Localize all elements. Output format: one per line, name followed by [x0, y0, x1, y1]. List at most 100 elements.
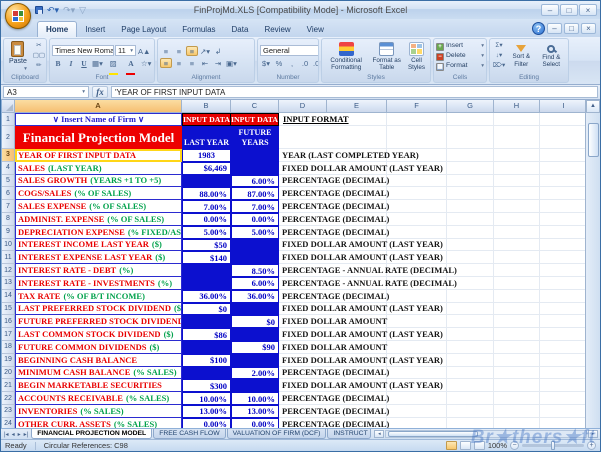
cell-empty[interactable] — [494, 367, 540, 380]
sheet-tab-financial-projection-model[interactable]: FINANCIAL PROJECTION MODEL — [31, 429, 152, 439]
cell-empty[interactable] — [447, 149, 494, 162]
cell-last-year-value[interactable]: 10.00% — [182, 392, 231, 405]
format-as-table-button[interactable]: Format as Table — [370, 40, 403, 73]
tab-review[interactable]: Review — [256, 22, 298, 37]
cell-last-year-value[interactable]: $100 — [182, 354, 231, 367]
cell-last-year-value[interactable] — [182, 175, 231, 188]
column-header-g[interactable]: G — [447, 100, 494, 113]
cell-empty[interactable] — [494, 113, 540, 126]
column-header-d[interactable]: D — [279, 100, 327, 113]
maximize-button[interactable]: □ — [560, 4, 578, 16]
copy-icon[interactable]: ▢▢ — [32, 52, 46, 61]
cell-input-format[interactable]: PERCENTAGE (DECIMAL) — [279, 187, 327, 200]
row-header-18[interactable]: 18 — [2, 341, 15, 354]
orientation-icon[interactable]: ↗▾ — [199, 46, 211, 56]
column-header-e[interactable]: E — [327, 100, 387, 113]
page-break-view-icon[interactable] — [474, 441, 485, 450]
cell-empty[interactable] — [387, 126, 447, 149]
cell-input-format[interactable]: PERCENTAGE (DECIMAL) — [279, 405, 327, 418]
align-top-icon[interactable]: ≡ — [160, 46, 172, 56]
cell-future-years-value[interactable]: 13.00% — [231, 405, 279, 418]
undo-icon[interactable]: ↶▾ — [47, 5, 59, 16]
row-header-23[interactable]: 23 — [2, 405, 15, 418]
cell-empty[interactable] — [494, 303, 540, 316]
format-cells-button[interactable]: ▦Format▾ — [436, 63, 484, 71]
select-all-corner[interactable] — [2, 100, 15, 113]
cell-future-years-value[interactable]: 0.00% — [231, 213, 279, 226]
cell-empty[interactable] — [540, 162, 588, 175]
cell-empty[interactable] — [494, 354, 540, 367]
tab-view[interactable]: View — [299, 22, 332, 37]
cell-label-selected[interactable]: YEAR OF FIRST INPUT DATA — [15, 149, 182, 162]
cell-input-format[interactable]: FIXED DOLLAR AMOUNT (LAST YEAR) — [279, 162, 327, 175]
cell-empty[interactable] — [540, 379, 588, 392]
underline-button[interactable]: U — [78, 58, 90, 68]
cell-future-years-value[interactable]: $90 — [231, 341, 279, 354]
row-header-20[interactable]: 20 — [2, 367, 15, 380]
row-header-4[interactable]: 4 — [2, 162, 15, 175]
tab-page-layout[interactable]: Page Layout — [113, 22, 174, 37]
cell-future-years-value[interactable]: 2.00% — [231, 367, 279, 380]
page-layout-view-icon[interactable] — [460, 441, 471, 450]
increase-decimal-icon[interactable]: .0 — [299, 58, 311, 68]
cell-empty[interactable] — [447, 405, 494, 418]
cell-empty[interactable] — [447, 200, 494, 213]
row-header-22[interactable]: 22 — [2, 392, 15, 405]
cell-empty[interactable] — [540, 213, 588, 226]
merge-center-icon[interactable]: ▣▾ — [225, 58, 238, 68]
cell-empty[interactable] — [387, 418, 447, 428]
accounting-format-icon[interactable]: $▾ — [260, 58, 272, 68]
cell-future-years-value[interactable]: 87.00% — [231, 187, 279, 200]
row-header-9[interactable]: 9 — [2, 226, 15, 239]
cell-empty[interactable] — [387, 226, 447, 239]
row-header-2[interactable]: 2 — [2, 126, 15, 149]
cell-label[interactable]: OTHER CURR. ASSETS(% SALES) — [15, 418, 182, 428]
cell-empty[interactable] — [494, 392, 540, 405]
decrease-indent-icon[interactable]: ⇤ — [199, 58, 211, 68]
next-sheet-icon[interactable]: ▸ — [18, 431, 21, 438]
cell-empty[interactable] — [447, 113, 494, 126]
cell-empty[interactable] — [447, 239, 494, 252]
customize-qat-icon[interactable]: ▽ — [79, 5, 86, 16]
zoom-slider[interactable] — [522, 444, 584, 447]
cell-empty[interactable] — [494, 162, 540, 175]
cell-empty[interactable] — [494, 126, 540, 149]
cell-input-format[interactable]: PERCENTAGE - ANNUAL RATE (DECIMAL) — [279, 264, 327, 277]
tab-formulas[interactable]: Formulas — [174, 22, 223, 37]
first-sheet-icon[interactable]: |◂ — [4, 431, 9, 438]
row-header-12[interactable]: 12 — [2, 264, 15, 277]
workbook-minimize-button[interactable]: – — [547, 23, 562, 34]
tab-data[interactable]: Data — [224, 22, 257, 37]
cell-label[interactable]: COGS/SALES(% OF SALES) — [15, 187, 182, 200]
cell-label[interactable]: INTEREST INCOME LAST YEAR($) — [15, 239, 182, 252]
cell-empty[interactable] — [540, 405, 588, 418]
tab-insert[interactable]: Insert — [77, 22, 113, 37]
format-painter-icon[interactable]: ✏ — [32, 62, 46, 71]
cell-empty[interactable] — [387, 315, 447, 328]
help-icon[interactable]: ? — [532, 22, 545, 35]
cell-last-year-value[interactable] — [182, 315, 231, 328]
row-header-17[interactable]: 17 — [2, 328, 15, 341]
cell-empty[interactable] — [327, 126, 387, 149]
percent-style-icon[interactable]: % — [273, 58, 285, 68]
cell-empty[interactable] — [540, 264, 588, 277]
cell-future-years-value[interactable]: 7.00% — [231, 200, 279, 213]
cell-label[interactable]: TAX RATE(% OF B/T INCOME) — [15, 290, 182, 303]
row-header-8[interactable]: 8 — [2, 213, 15, 226]
row-header-16[interactable]: 16 — [2, 315, 15, 328]
cell-input-format[interactable]: YEAR (LAST COMPLETED YEAR) — [279, 149, 327, 162]
paste-button[interactable]: Paste▾ — [6, 40, 30, 73]
cell-last-year-value[interactable]: 1983 — [182, 149, 231, 162]
cell-last-year-value[interactable]: 36.00% — [182, 290, 231, 303]
cell-label[interactable]: INTEREST EXPENSE LAST YEAR($) — [15, 251, 182, 264]
cell-last-year-value[interactable]: $6,469 — [182, 162, 231, 175]
zoom-out-icon[interactable]: − — [510, 441, 519, 450]
vertical-scrollbar[interactable]: ▲ — [585, 100, 600, 428]
cell-future-years-value[interactable] — [231, 149, 279, 162]
align-bottom-icon[interactable]: ≡ — [186, 46, 198, 56]
bold-button[interactable]: B — [52, 58, 64, 68]
cell-empty[interactable] — [494, 239, 540, 252]
fill-icon[interactable]: ↓▾ — [492, 52, 506, 61]
cell-empty[interactable] — [494, 418, 540, 428]
clear-icon[interactable]: ⌦▾ — [492, 62, 506, 71]
